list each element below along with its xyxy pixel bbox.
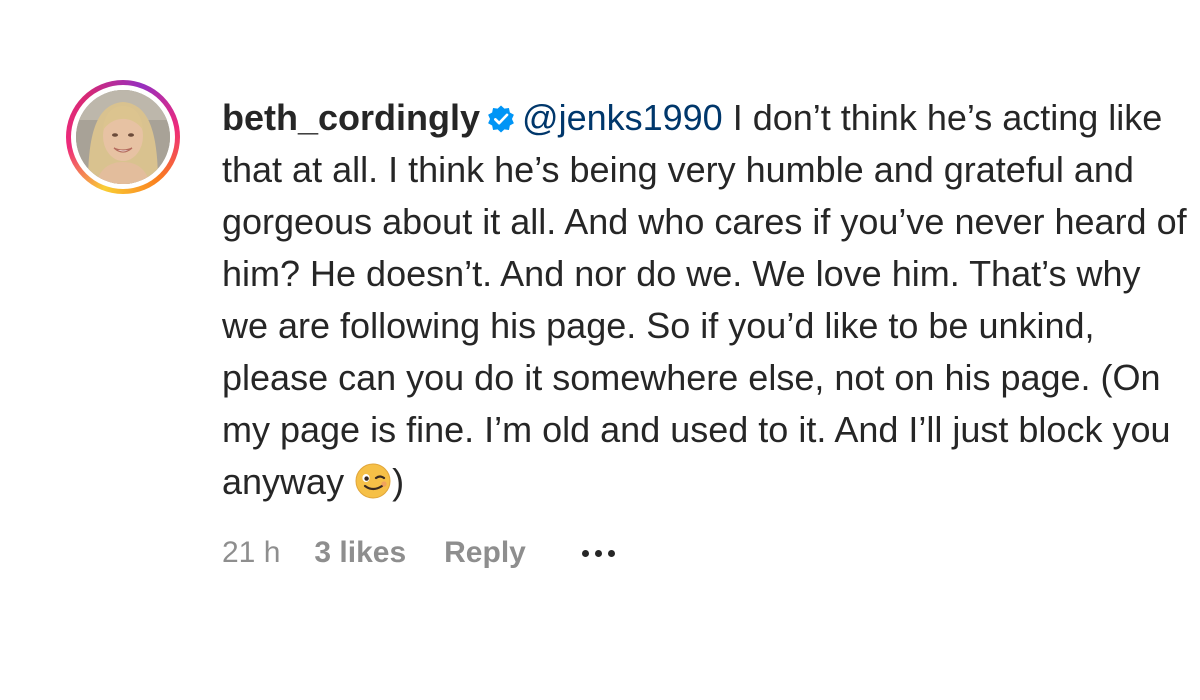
username-link[interactable]: beth_cordingly xyxy=(222,97,480,138)
timestamp[interactable]: 21 h xyxy=(222,536,280,570)
comment-text: beth_cordingly @jenks1990 I don’t think h… xyxy=(222,92,1192,508)
comment-meta: 21 h 3 likes Reply xyxy=(222,536,1192,570)
comment-body-text: I don’t think he’s acting like that at a… xyxy=(222,97,1187,502)
closing-parenthesis: ) xyxy=(392,461,405,502)
dot xyxy=(581,549,589,557)
more-options-icon[interactable] xyxy=(581,538,615,568)
avatar[interactable] xyxy=(66,80,180,194)
mention-link[interactable]: @jenks1990 xyxy=(522,97,723,138)
likes-count-button[interactable]: 3 likes xyxy=(314,536,406,570)
dot xyxy=(607,549,615,557)
winking-face-emoji-icon xyxy=(354,462,392,500)
avatar-gap xyxy=(71,85,175,189)
comment: beth_cordingly @jenks1990 I don’t think h… xyxy=(66,80,1196,570)
comment-body: beth_cordingly @jenks1990 I don’t think h… xyxy=(222,92,1192,570)
avatar-photo xyxy=(76,90,170,184)
reply-button[interactable]: Reply xyxy=(444,536,526,570)
verified-badge-icon xyxy=(486,96,516,133)
dot xyxy=(594,549,602,557)
avatar-portrait-icon xyxy=(76,90,170,184)
